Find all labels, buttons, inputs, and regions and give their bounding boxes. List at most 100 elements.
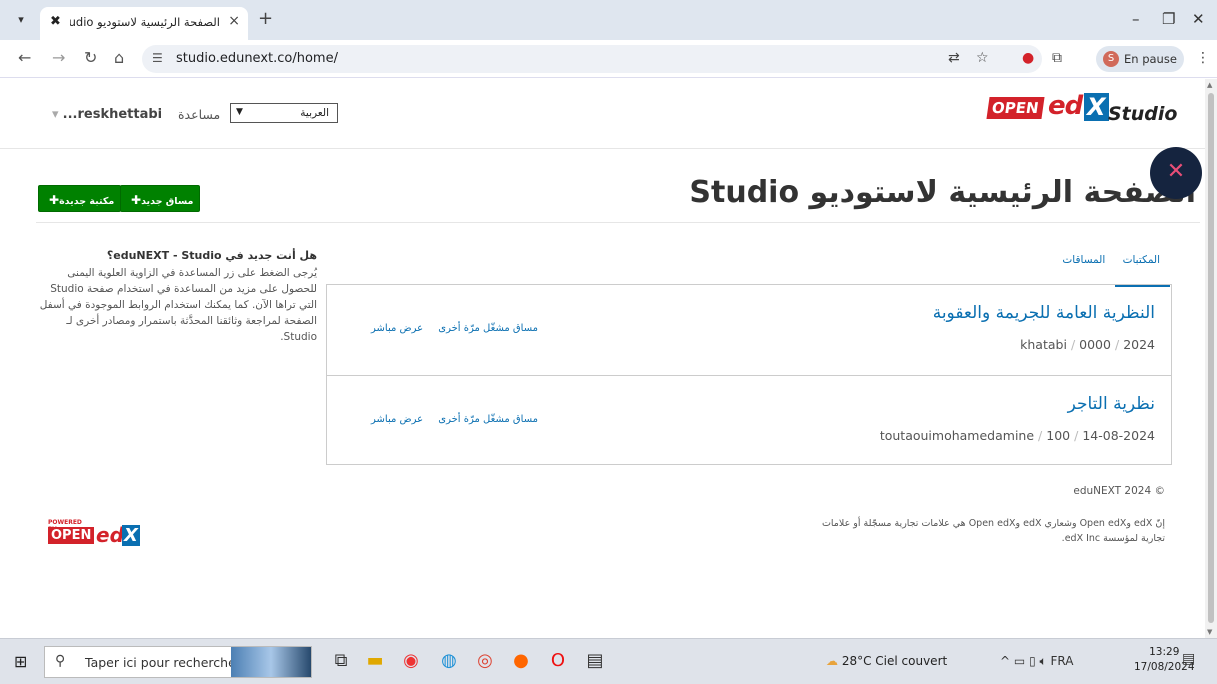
page-title: الصفحة الرئيسية لاستوديو Studio <box>689 175 1196 210</box>
opera-gx-icon[interactable]: ◎ <box>472 648 498 674</box>
course-item: النظرية العامة للجريمة والعقوبة khatabi /… <box>327 285 1171 375</box>
course-actions: مساق مشغّل مرّة أخرى عرض مباشر <box>359 323 538 334</box>
home-icon[interactable]: ⌂ <box>114 48 124 67</box>
new-library-button[interactable]: ✚مكتبة جديدة <box>38 185 122 212</box>
page-content: ▾ ...reskhettabi مساعدة العربية ▼ OPEN e… <box>0 79 1205 638</box>
battery-icon[interactable]: ▯ <box>1029 654 1036 668</box>
browser-tab-active[interactable]: ✖ الصفحة الرئيسية لاستوديو Studio × <box>40 7 248 40</box>
new-library-label: مكتبة جديدة <box>59 196 115 207</box>
extensions-puzzle-icon[interactable]: ⧉ <box>1052 50 1062 66</box>
windows-taskbar: ⊞ ⚲ Taper ici pour rechercher ⧉ ▬ ◉ ◍ ◎ … <box>0 638 1217 684</box>
profile-label: En pause <box>1124 52 1177 66</box>
volume-icon[interactable]: 🔈︎ <box>1040 654 1047 668</box>
file-explorer-icon[interactable]: ▬ <box>362 648 388 674</box>
reload-icon[interactable]: ↻ <box>84 48 97 67</box>
sidebar-text: يُرجى الضغط على زر المساعدة في الزاوية ا… <box>39 267 317 343</box>
cloud-icon: ☁ <box>826 654 842 668</box>
powered-open: OPEN <box>48 527 95 544</box>
extension-badge-icon[interactable]: ● <box>1022 50 1034 66</box>
search-highlight-image <box>231 647 311 677</box>
url-text[interactable]: studio.edunext.co/home/ <box>176 51 338 66</box>
username: ...reskhettabi <box>62 107 163 122</box>
new-tab-icon[interactable]: + <box>258 8 273 29</box>
powered-ed: ed <box>96 523 124 547</box>
course-org: toutaouimohamedamine <box>879 428 1035 443</box>
logo-x: X <box>1084 93 1109 121</box>
scroll-down-icon[interactable]: ▼ <box>1207 628 1212 636</box>
close-tab-icon[interactable]: × <box>228 13 240 29</box>
course-number: 100 <box>1046 428 1071 443</box>
browser-toolbar: ← → ↻ ⌂ ☰ studio.edunext.co/home/ ⇄ ☆ ● … <box>0 40 1217 78</box>
tab-libraries[interactable]: المكتبات <box>1123 254 1160 266</box>
window-close-icon[interactable]: ✕ <box>1192 10 1205 28</box>
course-list: النظرية العامة للجريمة والعقوبة khatabi /… <box>326 284 1172 465</box>
notepad-icon[interactable]: ▤ <box>582 648 608 674</box>
course-run: 2024 <box>1123 337 1155 352</box>
system-tray: ^ ▭ ▯ 🔈︎ FRA <box>1000 654 1074 669</box>
notifications-icon[interactable]: ▤ <box>1182 651 1195 667</box>
network-icon[interactable]: ▭ <box>1014 654 1025 668</box>
profile-button[interactable]: S En pause <box>1096 46 1184 72</box>
menu-kebab-icon[interactable]: ⋮ <box>1196 50 1210 66</box>
plus-icon: ✚ <box>131 193 142 207</box>
chrome-icon[interactable]: ◉ <box>398 648 424 674</box>
edge-icon[interactable]: ◍ <box>436 648 462 674</box>
view-live-link[interactable]: عرض مباشر <box>371 414 423 425</box>
edx-favicon-icon: ✖ <box>50 14 61 29</box>
chevron-down-icon: ▼ <box>236 107 243 117</box>
language-select[interactable]: العربية ▼ <box>230 103 338 123</box>
weather-widget[interactable]: ☁ 28°C Ciel couvert <box>826 654 947 668</box>
rerun-course-link[interactable]: مساق مشغّل مرّة أخرى <box>438 323 538 334</box>
course-org: khatabi <box>1020 337 1067 352</box>
tab-title: الصفحة الرئيسية لاستوديو Studio <box>70 15 220 29</box>
address-bar[interactable]: ☰ studio.edunext.co/home/ <box>142 45 1042 73</box>
back-icon[interactable]: ← <box>18 48 31 67</box>
trademark-notice: إنّ edX وOpen edX وشعاري edX وOpen edX ه… <box>821 518 1165 544</box>
course-number: 0000 <box>1079 337 1111 352</box>
input-language[interactable]: FRA <box>1051 654 1074 668</box>
minimize-icon[interactable]: – <box>1132 10 1140 28</box>
scroll-up-icon[interactable]: ▲ <box>1207 81 1212 89</box>
course-tabs: المكتبات المساقات <box>1048 254 1160 266</box>
search-icon: ⚲ <box>55 653 66 669</box>
page-scrollbar[interactable]: ▲ ▼ <box>1205 79 1217 638</box>
course-title[interactable]: نظرية التاجر <box>1068 394 1155 414</box>
weather-text: 28°C Ciel couvert <box>841 654 948 668</box>
floating-extension-icon[interactable]: ✕ <box>1150 147 1202 199</box>
plus-icon: ✚ <box>49 193 60 207</box>
tab-courses[interactable]: المساقات <box>1062 254 1105 266</box>
language-value: العربية <box>300 107 329 119</box>
rerun-course-link[interactable]: مساق مشغّل مرّة أخرى <box>438 414 538 425</box>
course-title[interactable]: النظرية العامة للجريمة والعقوبة <box>933 303 1155 323</box>
windows-start-icon[interactable]: ⊞ <box>14 652 27 671</box>
course-actions: مساق مشغّل مرّة أخرى عرض مباشر <box>359 414 538 425</box>
course-item: نظرية التاجر toutaouimohamedamine/100/14… <box>327 375 1171 465</box>
site-info-icon[interactable]: ☰ <box>152 51 163 65</box>
logo-studio: Studio <box>1108 103 1178 125</box>
scroll-thumb[interactable] <box>1208 93 1214 623</box>
forward-icon[interactable]: → <box>52 48 65 67</box>
sidebar-heading: هل أنت جديد في eduNEXT - Studio؟ <box>106 249 317 262</box>
view-live-link[interactable]: عرض مباشر <box>371 323 423 334</box>
search-placeholder: Taper ici pour rechercher <box>85 655 241 670</box>
restore-icon[interactable]: ❐ <box>1162 10 1175 28</box>
firefox-icon[interactable]: ● <box>508 648 534 674</box>
logo-ed: ed <box>1048 91 1083 121</box>
new-course-button[interactable]: ✚مساق جديد <box>120 185 201 212</box>
user-menu[interactable]: ▾ ...reskhettabi <box>52 107 162 122</box>
task-view-icon[interactable]: ⧉ <box>328 648 354 674</box>
help-link[interactable]: مساعدة <box>178 107 220 122</box>
title-bar: الصفحة الرئيسية لاستوديو Studio ✚مساق جد… <box>36 161 1200 223</box>
powered-x: X <box>122 525 140 546</box>
bookmark-star-icon[interactable]: ☆ <box>976 50 989 66</box>
tab-search-dropdown-icon[interactable]: ▾ <box>10 10 32 30</box>
taskbar-search[interactable]: ⚲ Taper ici pour rechercher <box>44 646 312 678</box>
browser-tabstrip: ▾ ✖ الصفحة الرئيسية لاستوديو Studio × + … <box>0 0 1217 40</box>
studio-header: ▾ ...reskhettabi مساعدة العربية ▼ OPEN e… <box>0 79 1205 149</box>
logo-open: OPEN <box>986 97 1045 119</box>
translate-icon[interactable]: ⇄ <box>948 50 960 66</box>
course-run: 14-08-2024 <box>1082 428 1155 443</box>
tray-chevron-icon[interactable]: ^ <box>1000 654 1010 668</box>
new-course-label: مساق جديد <box>141 196 194 207</box>
opera-icon[interactable]: O <box>545 648 571 674</box>
